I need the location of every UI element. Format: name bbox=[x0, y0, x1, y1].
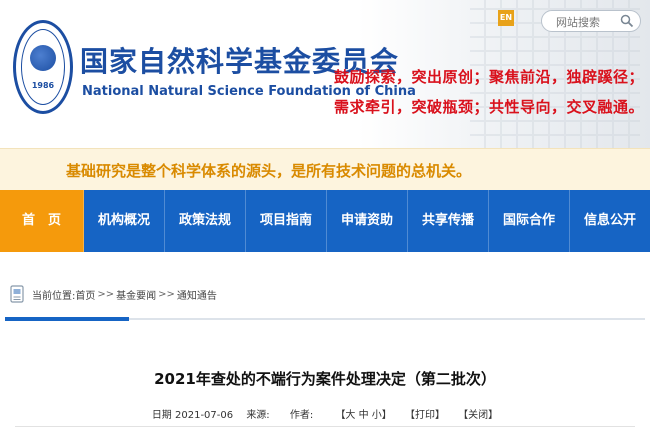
search-input[interactable] bbox=[554, 11, 628, 34]
nav-item-policy[interactable]: 政策法规 bbox=[165, 190, 246, 252]
slogan-line-1: 鼓励探索，突出原创；聚焦前沿，独辟蹊径； bbox=[333, 68, 644, 86]
nav-item-home[interactable]: 首 页 bbox=[0, 190, 84, 252]
breadcrumb-news[interactable]: 基金要闻 bbox=[116, 287, 156, 302]
slogan-line-2: 需求牵引，突破瓶颈；共性导向，交叉融通。 bbox=[333, 98, 644, 116]
search-icon[interactable] bbox=[620, 14, 634, 28]
nsfc-logo[interactable]: 1986 bbox=[13, 20, 73, 114]
breadcrumb: 当前位置: 首页 >> 基金要闻 >> 通知通告 bbox=[10, 282, 217, 306]
font-size-toggle[interactable]: 【大 中 小】 bbox=[335, 410, 391, 421]
breadcrumb-notices[interactable]: 通知通告 bbox=[177, 287, 217, 302]
breadcrumb-prefix: 当前位置: bbox=[32, 290, 76, 302]
logo-emblem bbox=[30, 45, 56, 71]
breadcrumb-separator: >> bbox=[97, 288, 115, 300]
english-version-button[interactable]: EN bbox=[498, 10, 514, 26]
print-button[interactable]: 【打印】 bbox=[405, 410, 445, 421]
breadcrumb-separator: >> bbox=[158, 288, 175, 300]
nav-item-disclosure[interactable]: 信息公开 bbox=[570, 190, 650, 252]
logo-year: 1986 bbox=[31, 81, 55, 90]
nav-item-share[interactable]: 共享传播 bbox=[408, 190, 489, 252]
meta-author-label: 作者: bbox=[289, 410, 314, 421]
meta-date-label: 日期 bbox=[151, 410, 172, 421]
meta-date: 日期 2021-07-06 bbox=[152, 410, 233, 421]
nav-item-apply[interactable]: 申请资助 bbox=[327, 190, 408, 252]
meta-source-label: 来源: bbox=[246, 410, 270, 421]
meta-divider bbox=[15, 426, 635, 427]
nav-item-about[interactable]: 机构概况 bbox=[84, 190, 165, 252]
location-document-icon bbox=[10, 285, 24, 303]
nav-item-international[interactable]: 国际合作 bbox=[489, 190, 570, 252]
breadcrumb-accent-bar bbox=[5, 317, 129, 321]
motto-banner: 基础研究是整个科学体系的源头，是所有技术问题的总机关。 bbox=[0, 148, 650, 191]
site-header: 1986 国家自然科学基金委员会 National Natural Scienc… bbox=[0, 0, 650, 148]
meta-date-value: 2021-07-06 bbox=[175, 410, 234, 421]
breadcrumb-divider bbox=[5, 317, 645, 321]
motto-text: 基础研究是整个科学体系的源头，是所有技术问题的总机关。 bbox=[66, 162, 472, 180]
nav-item-guide[interactable]: 项目指南 bbox=[246, 190, 327, 252]
main-nav: 首 页 机构概况 政策法规 项目指南 申请资助 共享传播 国际合作 信息公开 bbox=[0, 190, 650, 252]
article-meta: 日期 2021-07-06 来源: 作者: 【大 中 小】 【打印】 【关闭】 bbox=[0, 406, 650, 421]
breadcrumb-home[interactable]: 首页 bbox=[75, 287, 95, 302]
search-box[interactable] bbox=[541, 10, 641, 34]
close-button[interactable]: 【关闭】 bbox=[458, 410, 498, 421]
article-title: 2021年查处的不端行为案件处理决定（第二批次） bbox=[154, 370, 496, 388]
